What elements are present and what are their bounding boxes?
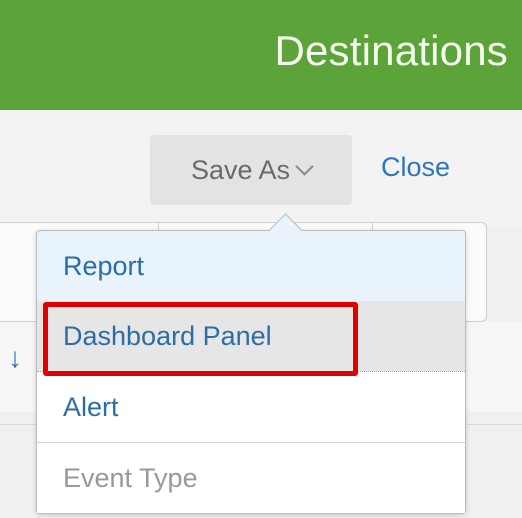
- menu-item-alert[interactable]: Alert: [37, 372, 465, 442]
- menu-item-report[interactable]: Report: [37, 231, 465, 301]
- save-as-button[interactable]: Save As: [150, 135, 352, 205]
- down-arrow-icon[interactable]: ↓: [8, 343, 22, 373]
- highlight-annotation-box: [43, 302, 358, 376]
- app-header: Destinations: [0, 0, 522, 110]
- close-link[interactable]: Close: [381, 147, 450, 187]
- menu-item-label: Alert: [63, 391, 119, 422]
- save-as-label: Save As: [190, 154, 291, 185]
- menu-item-label: Report: [63, 250, 145, 281]
- menu-item-label: Event Type: [63, 462, 198, 493]
- menu-item-event-type[interactable]: Event Type: [37, 443, 465, 513]
- page-title: Destinations: [274, 27, 508, 74]
- chevron-down-icon: [295, 157, 314, 176]
